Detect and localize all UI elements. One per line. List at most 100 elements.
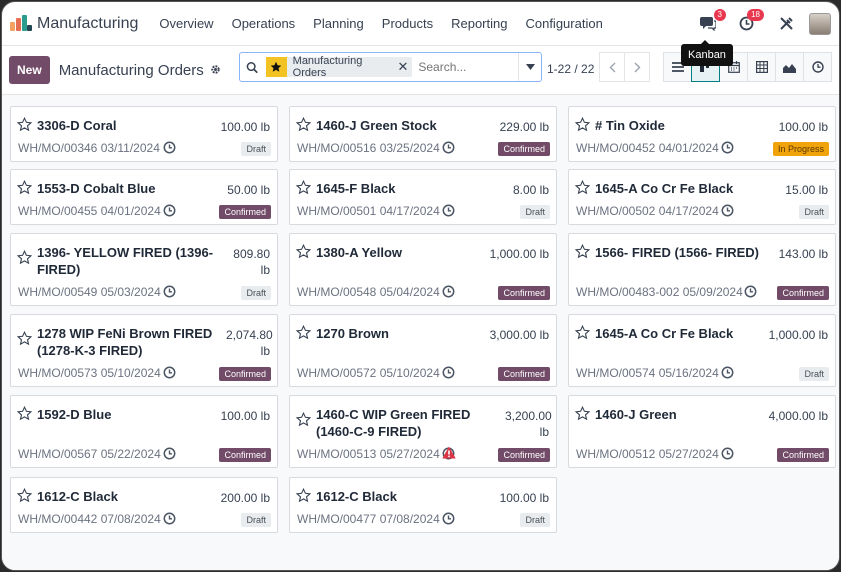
priority-star-icon[interactable]	[295, 116, 312, 135]
priority-star-icon[interactable]	[295, 487, 312, 506]
status-badge: Draft	[799, 367, 829, 381]
activity-clock-icon[interactable]	[721, 447, 734, 463]
kanban-card[interactable]: 3306-D Coral 100.00 lb WH/MO/00346 03/11/2…	[10, 106, 278, 162]
card-reference: WH/MO/00455 04/01/2024	[18, 204, 161, 218]
pivot-view-button[interactable]	[747, 52, 776, 82]
activity-clock-icon[interactable]	[163, 447, 176, 463]
status-badge: Draft	[520, 205, 550, 219]
kanban-card[interactable]: 1553-D Cobalt Blue 50.00 lb WH/MO/00455 04…	[10, 169, 278, 225]
priority-star-icon[interactable]	[295, 243, 312, 262]
priority-star-icon[interactable]	[574, 179, 591, 198]
pager-value[interactable]: 1-22 / 22	[547, 62, 594, 76]
activity-clock-icon[interactable]	[163, 512, 176, 528]
status-badge: Draft	[241, 513, 271, 527]
card-reference: WH/MO/00483-002 05/09/2024	[576, 285, 743, 299]
user-avatar[interactable]	[809, 12, 831, 35]
priority-star-icon[interactable]	[16, 487, 33, 506]
menu-reporting[interactable]: Reporting	[442, 16, 516, 31]
card-reference: WH/MO/00516 03/25/2024	[297, 141, 440, 155]
search-input[interactable]	[418, 60, 519, 74]
graph-view-button[interactable]	[775, 52, 804, 82]
activity-clock-icon[interactable]	[163, 285, 176, 301]
activity-clock-icon[interactable]	[442, 366, 455, 382]
activity-clock-icon[interactable]	[721, 204, 734, 220]
card-quantity: 200.00 lb	[220, 491, 270, 505]
priority-star-icon[interactable]	[295, 324, 312, 343]
kanban-card[interactable]: 1396- YELLOW FIRED (1396-FIRED) 809.80 lb…	[10, 233, 278, 306]
activity-view-button[interactable]	[803, 52, 832, 82]
chat-button[interactable]: 3	[699, 8, 726, 33]
menu-configuration[interactable]: Configuration	[516, 16, 611, 31]
status-badge: Confirmed	[219, 205, 271, 219]
kanban-card[interactable]: 1645-F Black 8.00 lb WH/MO/00501 04/17/202…	[289, 169, 557, 225]
activity-clock-icon[interactable]	[163, 204, 176, 220]
kanban-card[interactable]: # Tin Oxide 100.00 lb WH/MO/00452 04/01/20…	[568, 106, 836, 162]
card-title: 3306-D Coral	[37, 118, 117, 133]
activity-clock-icon[interactable]	[163, 366, 176, 382]
card-reference: WH/MO/00574 05/16/2024	[576, 366, 719, 380]
priority-star-icon[interactable]	[16, 249, 33, 268]
search-bar: Manufacturing Orders ✕	[239, 52, 542, 82]
new-button[interactable]: New	[9, 56, 50, 84]
menu-operations[interactable]: Operations	[223, 16, 305, 31]
kanban-card[interactable]: 1612-C Black 100.00 lb WH/MO/00477 07/08/2…	[289, 477, 557, 533]
clock-icon	[811, 61, 824, 73]
pager-next-button[interactable]	[624, 52, 650, 82]
priority-star-icon[interactable]	[16, 405, 33, 424]
priority-star-icon[interactable]	[574, 243, 591, 262]
priority-star-icon[interactable]	[295, 411, 312, 430]
activity-clock-icon[interactable]	[442, 204, 455, 220]
menu-products[interactable]: Products	[373, 16, 442, 31]
kanban-card[interactable]: 1645-A Co Cr Fe Black 15.00 lb WH/MO/00502…	[568, 169, 836, 225]
activity-clock-icon[interactable]	[744, 285, 757, 301]
activity-clock-icon[interactable]	[721, 366, 734, 382]
card-reference: WH/MO/00442 07/08/2024	[18, 512, 161, 526]
kanban-card[interactable]: 1612-C Black 200.00 lb WH/MO/00442 07/08/2…	[10, 477, 278, 533]
card-title: 1645-A Co Cr Fe Black	[595, 326, 734, 341]
card-title: 1460-J Green Stock	[316, 118, 437, 133]
actions-gear-button[interactable]	[210, 63, 221, 78]
priority-star-icon[interactable]	[16, 330, 33, 349]
activity-clock-icon[interactable]	[442, 141, 455, 157]
tools-icon	[779, 17, 793, 30]
kanban-card[interactable]: 1460-J Green 4,000.00 lb WH/MO/00512 05/27…	[568, 395, 836, 468]
priority-star-icon[interactable]	[574, 324, 591, 343]
kanban-card[interactable]: 1460-C WIP Green FIRED (1460-C-9 FIRED) 3…	[289, 395, 557, 468]
card-title: 1612-C Black	[316, 489, 397, 504]
kanban-card[interactable]: 1278 WIP FeNi Brown FIRED (1278-K-3 FIRE…	[10, 314, 278, 387]
activity-clock-icon[interactable]	[163, 141, 176, 157]
kanban-card[interactable]: 1592-D Blue 100.00 lb WH/MO/00567 05/22/20…	[10, 395, 278, 468]
kanban-card[interactable]: 1270 Brown 3,000.00 lb WH/MO/00572 05/10/2…	[289, 314, 557, 387]
kanban-card[interactable]: 1566- FIRED (1566- FIRED) 143.00 lb WH/MO/…	[568, 233, 836, 306]
menu-planning[interactable]: Planning	[304, 16, 373, 31]
priority-star-icon[interactable]	[16, 116, 33, 135]
activity-clock-icon[interactable]	[442, 285, 455, 301]
card-quantity: 100.00 lb	[499, 491, 549, 505]
app-name[interactable]: Manufacturing	[37, 15, 138, 33]
priority-star-icon[interactable]	[16, 179, 33, 198]
search-options-toggle[interactable]	[518, 53, 541, 81]
status-badge: Confirmed	[219, 367, 271, 381]
pager-previous-button[interactable]	[599, 52, 625, 82]
activity-clock-icon[interactable]	[721, 141, 734, 157]
warning-icon[interactable]	[442, 446, 456, 462]
debug-tools-button[interactable]	[777, 15, 795, 33]
priority-star-icon[interactable]	[574, 405, 591, 424]
priority-star-icon[interactable]	[574, 116, 591, 135]
activity-clock-icon[interactable]	[442, 512, 455, 528]
activity-button[interactable]: 18	[737, 8, 764, 33]
kanban-card[interactable]: 1645-A Co Cr Fe Black 1,000.00 lb WH/MO/00…	[568, 314, 836, 387]
card-title: 1396- YELLOW FIRED (1396-FIRED)	[37, 245, 214, 277]
kanban-card[interactable]: 1380-A Yellow 1,000.00 lb WH/MO/00548 05/0…	[289, 233, 557, 306]
card-quantity: 229.00 lb	[499, 120, 549, 134]
menu-overview[interactable]: Overview	[150, 16, 222, 31]
remove-facet-button[interactable]: ✕	[397, 59, 412, 75]
kanban-card[interactable]: 1460-J Green Stock 229.00 lb WH/MO/00516 0…	[289, 106, 557, 162]
manufacturing-app-icon[interactable]	[10, 14, 32, 33]
priority-star-icon[interactable]	[295, 179, 312, 198]
table-icon	[755, 61, 768, 73]
card-reference: WH/MO/00452 04/01/2024	[576, 141, 719, 155]
card-reference: WH/MO/00477 07/08/2024	[297, 512, 440, 526]
status-badge: Confirmed	[498, 142, 550, 156]
card-title: 1566- FIRED (1566- FIRED)	[595, 245, 759, 260]
